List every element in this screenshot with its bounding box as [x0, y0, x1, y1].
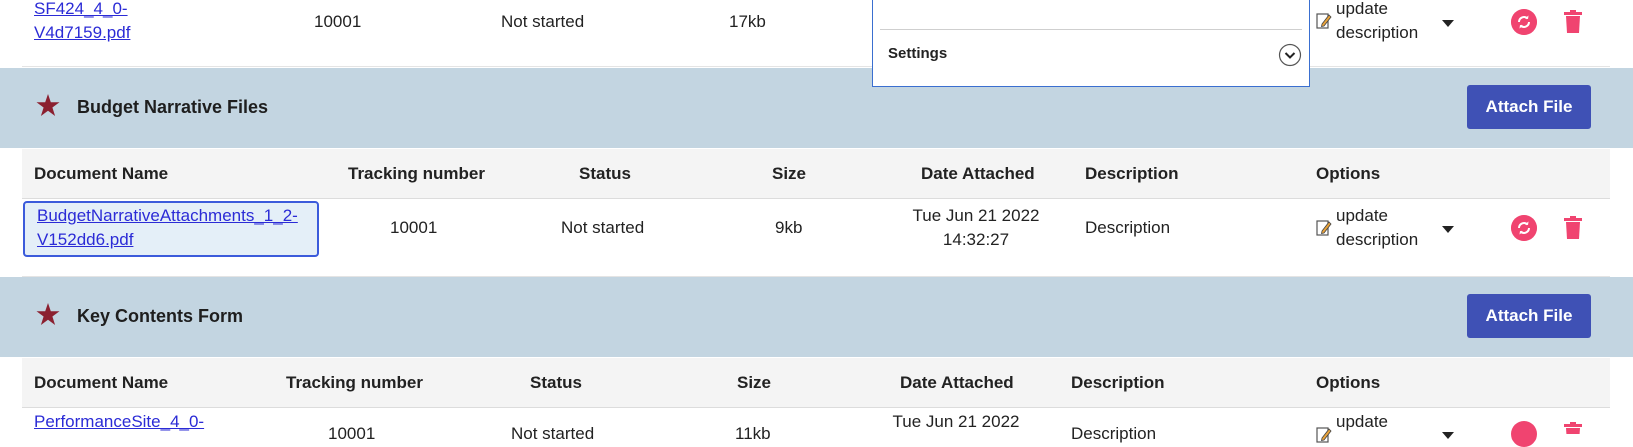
- column-header-description: Description: [1071, 373, 1165, 392]
- settings-label: Settings: [888, 45, 948, 62]
- sync-icon[interactable]: [1511, 9, 1537, 35]
- column-header-document-name: Document Name: [34, 373, 169, 392]
- sync-icon[interactable]: [1511, 215, 1537, 241]
- description-label: description: [1336, 230, 1419, 249]
- section-title: Budget Narrative Files: [77, 97, 269, 117]
- column-header-size: Size: [737, 373, 772, 392]
- menu-divider: [880, 29, 1302, 30]
- star-icon: [36, 94, 60, 116]
- update-description-button[interactable]: update description: [1336, 0, 1418, 45]
- edit-icon[interactable]: [1316, 426, 1332, 444]
- column-header-size: Size: [772, 164, 807, 183]
- column-header-status: Status: [530, 373, 582, 392]
- column-header-document-name: Document Name: [34, 164, 169, 183]
- chevron-down-icon[interactable]: [1442, 226, 1454, 233]
- date-attached: Tue Jun 21 2022: [892, 412, 1020, 431]
- document-link[interactable]: BudgetNarrativeAttachments_1_2- V152dd6.…: [37, 204, 298, 252]
- time-line: 14:32:27: [942, 230, 1010, 249]
- column-header-options: Options: [1316, 373, 1381, 392]
- update-label: update: [1336, 206, 1388, 225]
- attach-file-button[interactable]: Attach File: [1467, 294, 1591, 338]
- document-link-line1: SF424_4_0-: [34, 0, 128, 18]
- description-text: Description: [1085, 218, 1171, 237]
- document-link-line1: BudgetNarrativeAttachments_1_2-: [37, 206, 298, 225]
- column-header-tracking-number: Tracking number: [348, 164, 485, 183]
- column-header-description: Description: [1085, 164, 1179, 183]
- star-icon: [36, 303, 60, 325]
- column-header-date-attached: Date Attached: [900, 373, 1014, 392]
- size-text: 11kb: [735, 424, 771, 443]
- document-link-line2: V4d7159.pdf: [34, 23, 131, 42]
- document-link[interactable]: SF424_4_0- V4d7159.pdf: [34, 0, 130, 45]
- tracking-number: 10001: [328, 424, 376, 443]
- update-label: update: [1336, 0, 1388, 18]
- section-title: Key Contents Form: [77, 306, 244, 326]
- status-text: Not started: [511, 424, 595, 443]
- description-text: Description: [1071, 424, 1157, 443]
- column-header-options: Options: [1316, 164, 1381, 183]
- document-link[interactable]: PerformanceSite_4_0-: [34, 410, 204, 434]
- column-header-status: Status: [579, 164, 631, 183]
- column-header-tracking-number: Tracking number: [286, 373, 423, 392]
- update-description-button[interactable]: update: [1336, 410, 1388, 434]
- settings-menu-item[interactable]: Settings: [873, 31, 1309, 81]
- sync-icon[interactable]: [1511, 421, 1537, 447]
- chevron-down-icon[interactable]: [1442, 432, 1454, 439]
- date-attached: Tue Jun 21 2022 14:32:27: [896, 204, 1056, 252]
- trash-icon[interactable]: [1563, 10, 1583, 34]
- document-link-line2: V152dd6.pdf: [37, 230, 134, 249]
- size-text: 17kb: [729, 12, 766, 31]
- status-text: Not started: [561, 218, 645, 237]
- size-text: 9kb: [775, 218, 803, 237]
- attach-file-button[interactable]: Attach File: [1467, 85, 1591, 129]
- section-header: [0, 277, 1633, 357]
- date-line: Tue Jun 21 2022: [912, 206, 1040, 225]
- column-header-date-attached: Date Attached: [921, 164, 1035, 183]
- trash-icon[interactable]: [1563, 216, 1583, 240]
- status-text: Not started: [501, 12, 585, 31]
- edit-icon[interactable]: [1316, 219, 1332, 237]
- description-label: description: [1336, 23, 1419, 42]
- chevron-down-icon[interactable]: [1278, 43, 1302, 67]
- chevron-down-icon[interactable]: [1442, 20, 1454, 27]
- tracking-number: 10001: [314, 12, 362, 31]
- trash-icon[interactable]: [1563, 422, 1583, 434]
- edit-icon[interactable]: [1316, 12, 1332, 30]
- update-description-button[interactable]: update description: [1336, 204, 1418, 252]
- options-dropdown-menu: Settings: [872, 0, 1310, 87]
- tracking-number: 10001: [390, 218, 438, 237]
